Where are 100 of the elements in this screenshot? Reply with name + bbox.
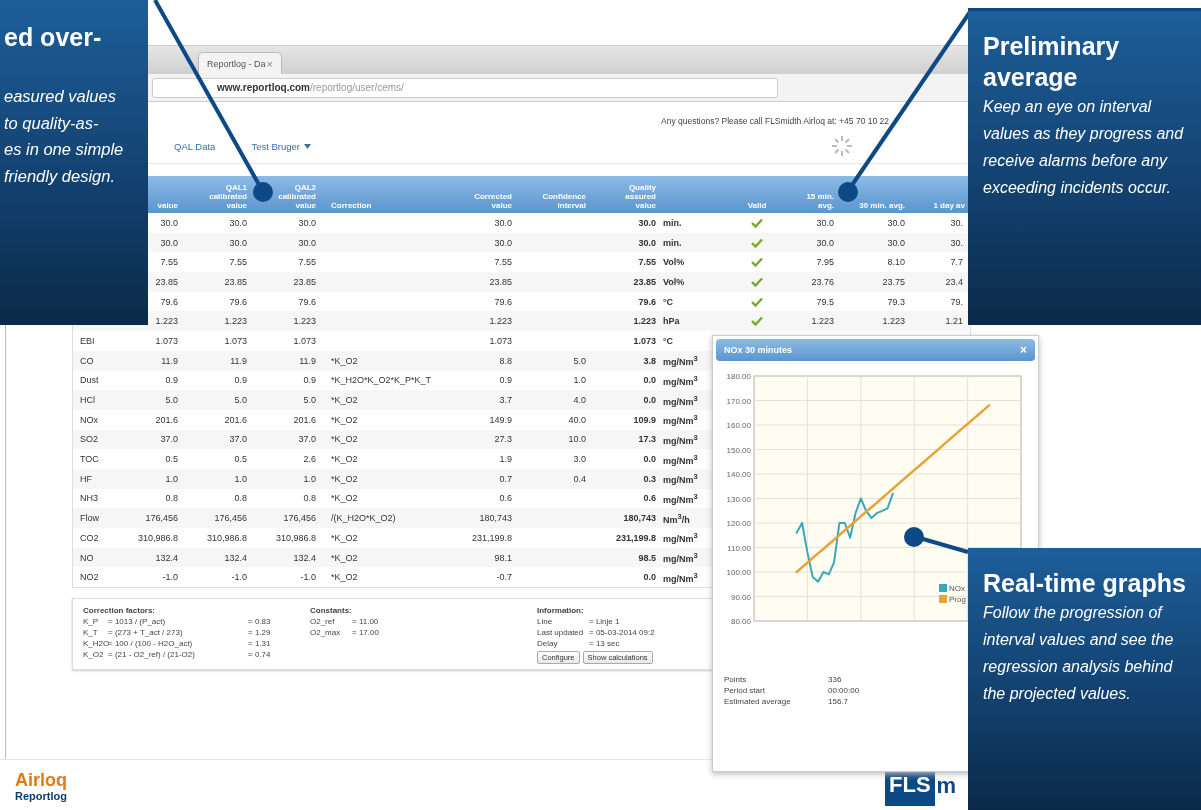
table-cell: 1.21 bbox=[945, 316, 963, 327]
constant-value: = 11.00 bbox=[352, 616, 380, 628]
table-cell: 0.0 bbox=[643, 395, 656, 406]
table-cell: 0.5 bbox=[234, 454, 247, 465]
table-cell: 23.4 bbox=[945, 276, 963, 287]
table-cell: 5.0 bbox=[573, 355, 586, 366]
table-cell: *K_O2 bbox=[331, 434, 358, 445]
table-cell: 7.55 bbox=[160, 257, 178, 268]
table-cell: 30.0 bbox=[816, 237, 834, 248]
table-cell: 30.0 bbox=[494, 237, 512, 248]
factor-name: K_P bbox=[83, 616, 100, 628]
table-cell: *K_O2 bbox=[331, 552, 358, 563]
column-header: Valid bbox=[747, 201, 767, 210]
factor-name: K_O2 bbox=[83, 649, 105, 661]
table-cell: 30.0 bbox=[494, 217, 512, 228]
table-cell: 7.55 bbox=[638, 257, 656, 268]
contact-text: Any questions? Please call FLSmidth Airloq at: +45 70 10 22 bbox=[661, 116, 889, 126]
table-cell: 0.6 bbox=[499, 493, 512, 504]
table-cell: HF bbox=[80, 473, 92, 484]
table-cell: 176,456 bbox=[214, 513, 247, 524]
table-cell: 30. bbox=[950, 217, 963, 228]
table-cell: 0.9 bbox=[499, 375, 512, 386]
column-header: QAL1 calibrated value bbox=[208, 183, 247, 210]
table-cell: 1.223 bbox=[811, 316, 834, 327]
table-cell: TOC bbox=[80, 454, 99, 465]
table-cell: 79.6 bbox=[298, 296, 316, 307]
callout-text: easured values bbox=[4, 86, 117, 107]
table-cell: 1.0 bbox=[234, 473, 247, 484]
table-cell: Dust bbox=[80, 375, 99, 386]
table-cell: mg/Nm$^{3}$ bbox=[663, 452, 698, 466]
table-cell: 30. bbox=[950, 237, 963, 248]
table-cell: 1.223 bbox=[224, 316, 247, 327]
callout-text: Follow the progression of interval values and see the regression analysis behind the projected values. bbox=[983, 603, 1175, 704]
table-cell: 79.6 bbox=[494, 296, 512, 307]
table-cell: 201.6 bbox=[293, 414, 316, 425]
table-cell: -1.0 bbox=[231, 572, 247, 583]
table-cell: mg/Nm$^{3}$ bbox=[663, 472, 698, 486]
table-cell: 0.9 bbox=[303, 375, 316, 386]
table-cell: *K_O2 bbox=[331, 532, 358, 543]
table-cell: *K_O2 bbox=[331, 493, 358, 504]
table-cell: *K_O2 bbox=[331, 414, 358, 425]
table-cell: Nm$^{3}$/h bbox=[663, 511, 690, 525]
table-cell: /(K_H2O*K_O2) bbox=[331, 513, 396, 524]
tab-title: Reportlog - Da bbox=[207, 58, 266, 69]
table-cell: 30.0 bbox=[887, 237, 905, 248]
table-cell: *K_O2 bbox=[331, 355, 358, 366]
table-cell: NO bbox=[80, 552, 94, 563]
table-cell: *K_O2 bbox=[331, 572, 358, 583]
table-cell: *K_O2 bbox=[331, 395, 358, 406]
info-label: Line bbox=[537, 616, 554, 628]
table-cell: 30.0 bbox=[638, 217, 656, 228]
table-cell: mg/Nm$^{3}$ bbox=[663, 551, 698, 565]
table-cell: 1.073 bbox=[633, 335, 656, 346]
table-cell: 30.0 bbox=[298, 217, 316, 228]
table-cell: 79.5 bbox=[816, 296, 834, 307]
table-cell: 1.0 bbox=[303, 473, 316, 484]
factor-value: = 0.83 bbox=[248, 616, 272, 628]
table-cell: mg/Nm$^{3}$ bbox=[663, 491, 698, 505]
brand-name: Airloq bbox=[15, 770, 68, 790]
table-cell: 27.3 bbox=[494, 434, 512, 445]
popup-title: NOx 30 minutes bbox=[724, 345, 793, 355]
url-field[interactable]: www.reportloq.com/reportlog/user/cems/ bbox=[152, 77, 778, 98]
table-cell: 2.6 bbox=[303, 454, 316, 465]
y-tick-label: 150.00 bbox=[726, 445, 751, 455]
table-cell: 37.0 bbox=[160, 434, 178, 445]
table-cell: 3.0 bbox=[573, 454, 586, 465]
table-cell: 17.3 bbox=[638, 434, 656, 445]
stat-label: Period start bbox=[724, 685, 766, 696]
y-tick-label: 140.00 bbox=[726, 470, 751, 479]
table-cell: 7.55 bbox=[494, 257, 512, 268]
table-cell: 132.4 bbox=[155, 552, 178, 563]
callout-title: Real-time graphs bbox=[983, 568, 1187, 599]
nav-link[interactable]: QAL Data bbox=[174, 140, 216, 152]
table-cell: 79. bbox=[950, 296, 963, 307]
factor-formula: = 1013 / (P_act) bbox=[108, 616, 167, 628]
table-cell: 1.0 bbox=[573, 375, 586, 386]
table-cell: 30.0 bbox=[638, 237, 656, 248]
factor-value: = 0.74 bbox=[248, 649, 272, 661]
table-cell: EBI bbox=[80, 335, 95, 346]
y-tick-label: 180.00 bbox=[726, 372, 751, 381]
factor-value: = 1.29 bbox=[248, 627, 272, 639]
table-cell: 0.4 bbox=[573, 473, 586, 484]
y-tick-label: 170.00 bbox=[726, 396, 751, 406]
table-cell: °C bbox=[663, 296, 674, 307]
nav-link[interactable]: Test Bruger bbox=[251, 140, 311, 152]
table-cell: 8.10 bbox=[887, 257, 905, 268]
stat-value: 336 bbox=[828, 674, 843, 685]
info-label: Delay bbox=[537, 638, 559, 650]
callout-text: Keep an eye on interval values as they progress and receive alarms before any exceeding incidents occur. bbox=[983, 97, 1185, 198]
table-cell: Flow bbox=[80, 513, 99, 524]
table-cell: CO2 bbox=[80, 532, 99, 543]
browser-tab[interactable]: Reportlog - Da× bbox=[198, 52, 282, 74]
column-header: Correction bbox=[331, 201, 372, 210]
table-cell: 23.85 bbox=[293, 276, 316, 287]
table-cell: -0.7 bbox=[496, 572, 512, 583]
table-cell: 0.9 bbox=[165, 375, 178, 386]
section-title: Correction factors: bbox=[83, 605, 156, 617]
logo-text: m bbox=[935, 773, 957, 799]
factor-formula: = (21 - O2_ref) / (21-O2) bbox=[108, 649, 196, 661]
table-cell: Vol% bbox=[663, 276, 685, 287]
